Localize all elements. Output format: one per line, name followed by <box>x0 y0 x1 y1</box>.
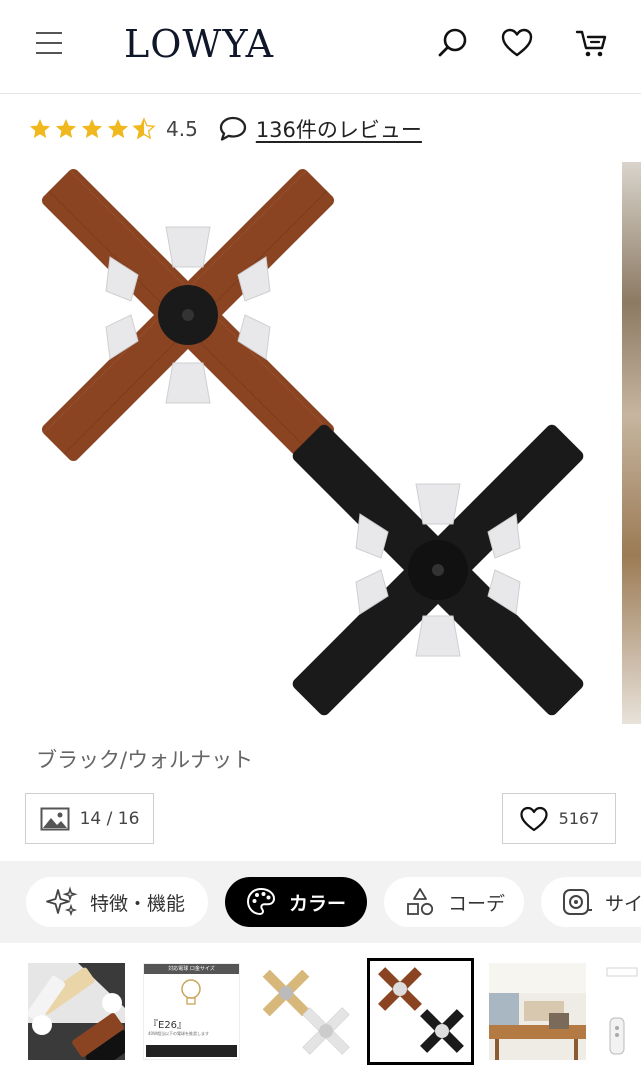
image-counter: 14 / 16 <box>79 808 140 829</box>
star-full-icon <box>82 119 102 138</box>
tape-measure-icon <box>563 889 592 915</box>
tab-label: 特徴・機能 <box>90 892 186 915</box>
heart-icon <box>520 806 548 831</box>
speech-bubble-icon <box>219 116 246 141</box>
thumbnail-sub-text: 40W相当以下の電球を推奨します <box>148 1031 210 1036</box>
tab-coordinate[interactable]: コーデ <box>384 877 524 927</box>
tab-label: コーデ <box>448 892 506 915</box>
favorite-button[interactable]: 5167 <box>502 793 616 844</box>
next-image-preview[interactable] <box>622 162 641 724</box>
thumbnail-remote[interactable] <box>603 963 641 1060</box>
thumbnail-light-fans[interactable] <box>256 963 353 1060</box>
thumbnail-image <box>489 963 586 1060</box>
thumbnail-title: 対応電球 口金サイズ <box>144 964 239 974</box>
hamburger-menu-icon[interactable] <box>36 30 62 56</box>
thumbnail-image <box>378 967 464 1053</box>
tab-color[interactable]: カラー <box>225 877 367 927</box>
rating-row: 4.5 136件のレビュー <box>28 112 422 146</box>
thumbnail-image <box>606 967 638 1055</box>
thumbnail-image <box>262 969 350 1055</box>
tab-label: サイ <box>605 892 641 915</box>
thumbnail-main-text: 『E26』 <box>148 1020 188 1031</box>
site-logo[interactable]: LOWYA <box>124 22 274 66</box>
variant-caption: ブラック/ウォルナット <box>36 748 254 772</box>
product-image-gallery[interactable] <box>0 162 641 728</box>
star-rating <box>28 117 156 141</box>
thumbnail-bulb-info[interactable]: 対応電球 口金サイズ 『E26』 40W相当以下の電球を推奨します <box>143 963 240 1060</box>
search-icon[interactable] <box>436 26 470 60</box>
palette-icon <box>246 887 276 916</box>
heart-icon[interactable] <box>500 26 534 60</box>
tab-features[interactable]: 特徴・機能 <box>26 877 208 927</box>
image-icon <box>40 807 70 830</box>
cart-icon[interactable] <box>574 26 608 60</box>
walnut-ceiling-fan <box>41 168 335 462</box>
star-full-icon <box>30 119 50 138</box>
sparkle-icon <box>46 886 78 917</box>
thumbnail-walnut-black-fans[interactable] <box>367 958 474 1065</box>
shapes-icon <box>407 888 434 916</box>
tab-label: カラー <box>289 892 347 915</box>
star-half-icon <box>132 117 156 140</box>
review-count[interactable]: 136件のレビュー <box>256 114 422 144</box>
thumbnail-room-photo[interactable] <box>489 963 586 1060</box>
favorite-count: 5167 <box>558 809 600 828</box>
star-full-icon <box>56 119 76 138</box>
section-tabs: 特徴・機能 カラー コーデ サイ <box>0 861 641 943</box>
black-ceiling-fan <box>292 424 584 716</box>
review-link[interactable]: 136件のレビュー <box>218 114 422 144</box>
image-counter-button[interactable]: 14 / 16 <box>25 793 154 844</box>
tab-size[interactable]: サイ <box>541 877 641 927</box>
thumbnail-color-blades[interactable] <box>28 963 125 1060</box>
bulb-icon <box>181 979 201 1005</box>
site-header: LOWYA <box>0 0 641 94</box>
star-full-icon <box>108 119 128 138</box>
rating-value: 4.5 <box>166 117 198 141</box>
thumbnail-image <box>28 963 125 1060</box>
thumbnail-strip: 対応電球 口金サイズ 『E26』 40W相当以下の電球を推奨します <box>0 943 641 1080</box>
product-image-ceiling-fans <box>41 168 584 716</box>
